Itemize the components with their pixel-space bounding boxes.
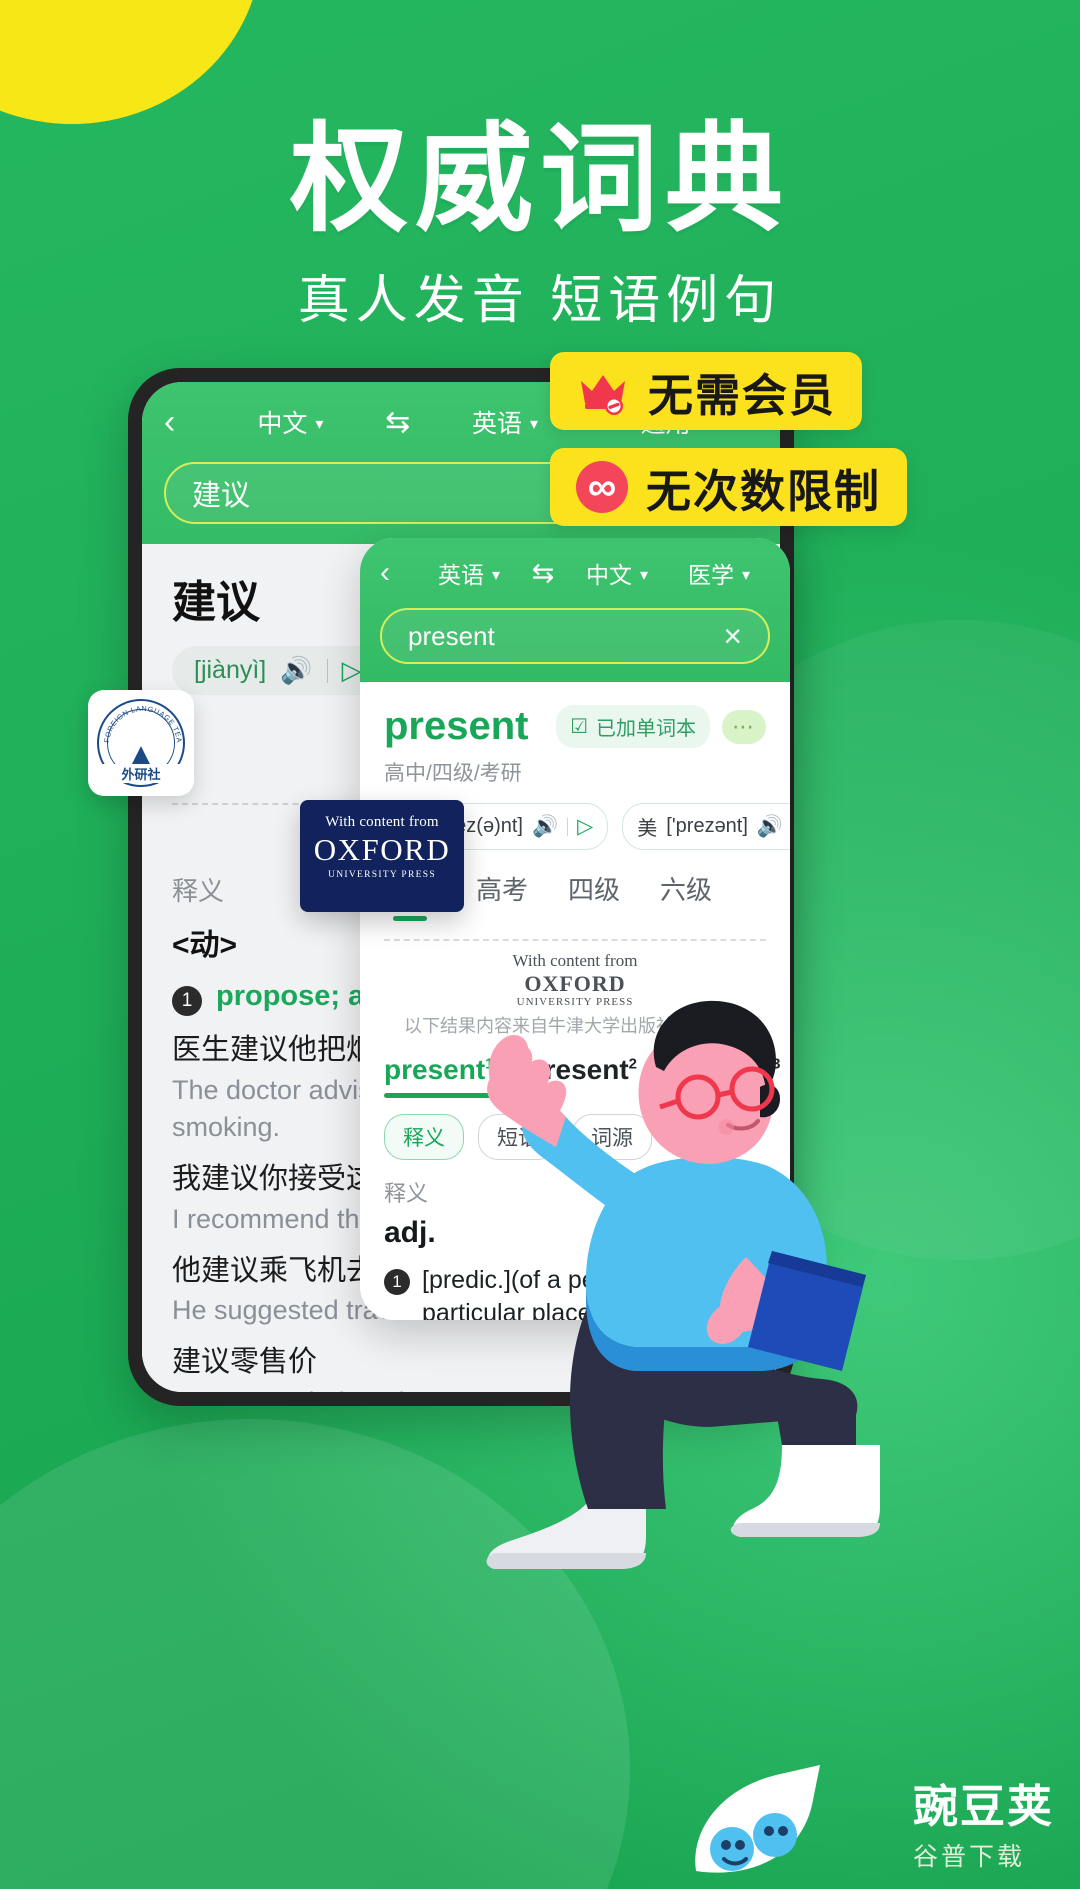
- yellow-accent-circle: [0, 0, 262, 124]
- source-language-label: 中文: [257, 410, 308, 438]
- fltrp-seal-cn: 外研社: [99, 764, 183, 783]
- chevron-down-icon: ▾: [491, 567, 501, 584]
- chevron-down-icon: ▾: [741, 567, 751, 584]
- infinity-icon: ∞: [576, 461, 628, 513]
- front-search-input[interactable]: present ×: [380, 608, 770, 664]
- back-pronunciation-pill[interactable]: [jiànyì] 🔊 ▷: [172, 646, 384, 695]
- tab-cet6[interactable]: 六级: [660, 870, 712, 921]
- pill-definitions[interactable]: 释义: [384, 1114, 464, 1161]
- badge-unlimited-uses: ∞ 无次数限制: [550, 448, 908, 526]
- chevron-down-icon: ▾: [639, 567, 649, 584]
- tab-underline: [393, 916, 427, 921]
- source-language-selector[interactable]: 中文 ▾: [206, 404, 375, 440]
- replay-icon[interactable]: ▷: [342, 655, 362, 686]
- tab-gaokao-label: 高考: [476, 875, 529, 905]
- target-language-label: 英语: [471, 410, 522, 438]
- promo-subheadline: 真人发音 短语例句: [297, 272, 783, 330]
- domain-label: 医学: [687, 562, 734, 588]
- swap-languages-icon[interactable]: ⇆: [520, 558, 566, 589]
- front-nav-row: ‹ 英语 ▾ ⇆ 中文 ▾ 医学 ▾: [380, 550, 770, 596]
- phonetic-us-region: 美: [637, 818, 658, 840]
- front-app-bar: ‹ 英语 ▾ ⇆ 中文 ▾ 医学 ▾ present ×: [360, 538, 790, 682]
- close-icon[interactable]: ×: [723, 618, 742, 655]
- ellipsis-icon[interactable]: ⋯: [722, 709, 766, 744]
- tab-cet4[interactable]: 四级: [568, 870, 620, 921]
- replay-icon[interactable]: ▷: [577, 814, 593, 839]
- svg-text:FOREIGN LANGUAGE TEACHING AND: FOREIGN LANGUAGE TEACHING AND RESEARCH P…: [99, 701, 184, 744]
- tab-cet6-label: 六级: [660, 875, 713, 905]
- sense-number: 1: [172, 986, 202, 1016]
- target-language-label: 中文: [585, 562, 632, 588]
- oxford-inline-line1: With content from: [512, 951, 638, 970]
- back-button[interactable]: ‹: [164, 403, 206, 442]
- added-label: 已加单词本: [596, 718, 696, 740]
- watermark-text: 豌豆荚 谷普下载: [913, 1770, 1054, 1873]
- oxford-card-line2: OXFORD: [313, 832, 451, 867]
- crown-icon: [576, 367, 630, 415]
- oxford-card-line1: With content from: [325, 814, 439, 830]
- phonetic-us-ipa: ['prezənt]: [666, 815, 748, 837]
- swap-languages-icon[interactable]: ⇆: [375, 405, 421, 440]
- chevron-down-icon: ▾: [315, 416, 324, 433]
- watermark-title: 豌豆荚: [912, 1781, 1054, 1832]
- watermark-subtitle: 谷普下载: [912, 1843, 1025, 1871]
- tab-cet4-label: 四级: [568, 875, 621, 905]
- source-language-selector[interactable]: 英语 ▾: [418, 556, 520, 590]
- front-word-row: present ☑ 已加单词本 ⋯: [360, 682, 790, 749]
- front-word-title: present: [384, 704, 529, 748]
- speaker-icon[interactable]: 🔊: [532, 815, 558, 839]
- speaker-icon[interactable]: 🔊: [757, 815, 783, 839]
- front-tagline: 高中/四级/考研: [384, 762, 522, 785]
- source-language-label: 英语: [437, 562, 484, 588]
- watermark: 豌豆荚 谷普下载: [913, 1770, 1054, 1873]
- oxford-card-line3: UNIVERSITY PRESS: [328, 870, 436, 881]
- mascot-illustration: [486, 1000, 880, 1569]
- phonetic-us[interactable]: 美 ['prezənt] 🔊 ▷: [622, 803, 790, 850]
- check-box-icon: ☑: [570, 716, 588, 738]
- back-pinyin: [jiànyì]: [194, 656, 267, 684]
- pea-pod-icon: [695, 1765, 820, 1873]
- back-button[interactable]: ‹: [380, 556, 418, 590]
- front-search-value: present: [408, 620, 495, 651]
- target-language-selector[interactable]: 中文 ▾: [566, 556, 668, 590]
- divider: [567, 817, 569, 836]
- badge-no-membership-label: 无需会员: [648, 369, 837, 421]
- added-to-wordbook-chip[interactable]: ☑ 已加单词本: [556, 705, 710, 748]
- chevron-down-icon: ▾: [530, 416, 539, 433]
- sense-number: 1: [384, 1269, 410, 1296]
- badge-unlimited-uses-label: 无次数限制: [646, 465, 882, 517]
- oxford-logo-card: With content from OXFORD UNIVERSITY PRES…: [300, 800, 464, 912]
- badge-no-membership: 无需会员: [550, 352, 863, 430]
- promo-headline: 权威词典: [289, 110, 790, 248]
- tab-gaokao[interactable]: 高考: [476, 870, 528, 921]
- domain-selector[interactable]: 医学 ▾: [668, 556, 770, 590]
- speaker-icon[interactable]: 🔊: [280, 655, 312, 686]
- divider: [326, 658, 328, 683]
- fltrp-seal: ▲ FOREIGN LANGUAGE TEACHING AND RESEARCH…: [97, 699, 185, 787]
- fltrp-logo-card: ▲ FOREIGN LANGUAGE TEACHING AND RESEARCH…: [88, 690, 194, 796]
